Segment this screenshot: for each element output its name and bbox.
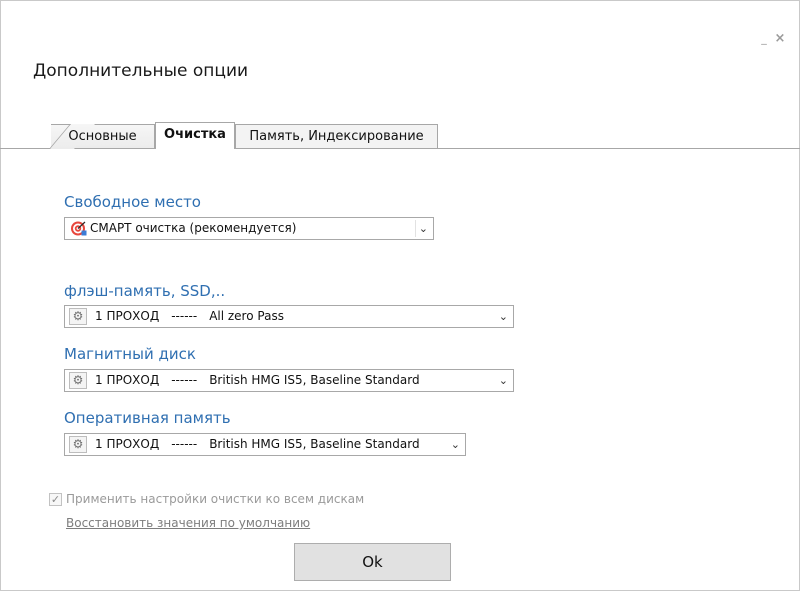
free-space-label: Свободное место — [64, 193, 201, 211]
chevron-down-icon: ⌄ — [418, 222, 428, 235]
tab-memory-indexing[interactable]: Память, Индексирование — [235, 124, 438, 148]
gear-icon: ⚙ — [69, 308, 87, 325]
ram-dashes: ------ — [171, 437, 198, 451]
chevron-down-icon: ⌄ — [450, 438, 460, 451]
tab-cleaning-label: Очистка — [164, 127, 226, 142]
flash-algorithm: All zero Pass — [209, 309, 284, 323]
checkmark-icon: ✓ — [50, 493, 61, 506]
tab-strip-line — [0, 148, 800, 149]
ram-passes: 1 ПРОХОД — [95, 437, 160, 451]
ok-button[interactable]: Ok — [294, 543, 451, 581]
tab-cleaning[interactable]: Очистка — [155, 122, 235, 149]
smart-target-icon — [69, 220, 87, 237]
chevron-down-icon: ⌄ — [498, 310, 508, 323]
close-button[interactable]: × — [773, 32, 787, 47]
tab-basic-label: Основные — [68, 129, 137, 144]
tab-memory-indexing-label: Память, Индексирование — [249, 129, 424, 144]
ram-label: Оперативная память — [64, 409, 231, 427]
flash-dashes: ------ — [171, 309, 198, 323]
minimize-button[interactable]: _ — [757, 33, 771, 47]
free-space-value: СМАРТ очистка (рекомендуется) — [90, 221, 297, 235]
magnetic-dashes: ------ — [171, 373, 198, 387]
magnetic-algorithm: British HMG IS5, Baseline Standard — [209, 373, 420, 387]
magnetic-disk-select[interactable]: ⚙ 1 ПРОХОД ------ British HMG IS5, Baselin… — [64, 369, 514, 392]
apply-all-label: Применить настройки очистки ко всем диск… — [66, 492, 365, 506]
free-space-select[interactable]: СМАРТ очистка (рекомендуется) ⌄ — [64, 217, 434, 240]
flash-ssd-value: 1 ПРОХОД ------ All zero Pass — [95, 306, 284, 327]
gear-icon: ⚙ — [69, 436, 87, 453]
gear-icon: ⚙ — [69, 372, 87, 389]
restore-defaults-link[interactable]: Восстановить значения по умолчанию — [66, 516, 310, 530]
magnetic-disk-value: 1 ПРОХОД ------ British HMG IS5, Baseline … — [95, 370, 420, 391]
dialog-title: Дополнительные опции — [33, 61, 249, 81]
ram-algorithm: British HMG IS5, Baseline Standard — [209, 437, 420, 451]
flash-passes: 1 ПРОХОД — [95, 309, 160, 323]
apply-all-checkbox[interactable]: ✓ — [49, 493, 62, 506]
magnetic-disk-label: Магнитный диск — [64, 345, 196, 363]
chevron-down-icon: ⌄ — [498, 374, 508, 387]
tab-basic[interactable]: Основные — [51, 124, 155, 148]
combo-divider — [415, 220, 416, 237]
ram-value: 1 ПРОХОД ------ British HMG IS5, Baseline … — [95, 434, 420, 455]
flash-ssd-label: флэш-память, SSD,.. — [64, 282, 226, 300]
magnetic-passes: 1 ПРОХОД — [95, 373, 160, 387]
ram-select[interactable]: ⚙ 1 ПРОХОД ------ British HMG IS5, Baselin… — [64, 433, 466, 456]
flash-ssd-select[interactable]: ⚙ 1 ПРОХОД ------ All zero Pass ⌄ — [64, 305, 514, 328]
